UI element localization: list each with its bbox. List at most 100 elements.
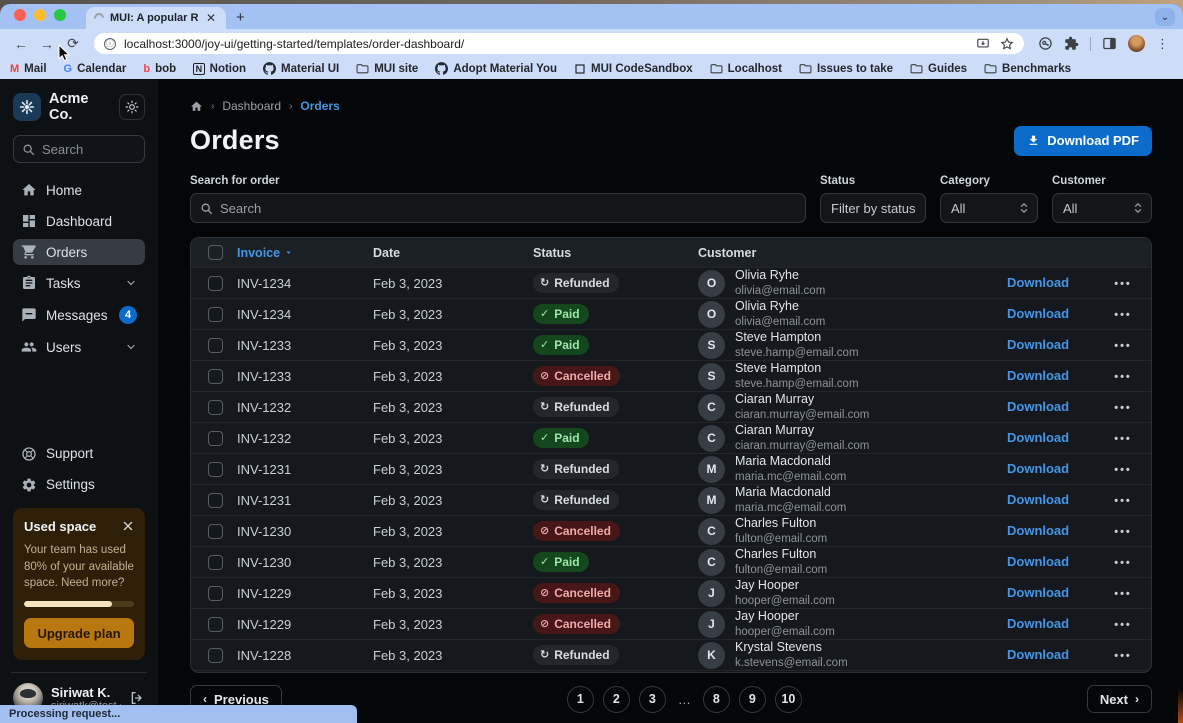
home-icon[interactable] [190,100,203,113]
row-checkbox[interactable] [208,338,223,353]
download-link[interactable]: Download [1007,585,1069,600]
row-menu-icon[interactable]: ••• [1114,588,1132,600]
bookmark-item[interactable]: MUI site [356,62,418,75]
download-link[interactable]: Download [1007,492,1069,507]
download-link[interactable]: Download [1007,647,1069,662]
row-menu-icon[interactable]: ••• [1114,340,1132,352]
pagination-page-9[interactable]: 9 [739,686,766,713]
close-icon[interactable] [122,520,134,532]
download-link[interactable]: Download [1007,275,1069,290]
sidebar-item-support[interactable]: Support [13,441,145,467]
bookmark-item[interactable]: Guides [910,62,967,75]
breadcrumb-dashboard[interactable]: Dashboard [222,99,281,113]
row-menu-icon[interactable]: ••• [1114,402,1132,414]
download-link[interactable]: Download [1007,523,1069,538]
download-link[interactable]: Download [1007,306,1069,321]
bookmark-item[interactable]: Adopt Material You [435,62,557,75]
bookmark-item[interactable]: MUI CodeSandbox [574,63,693,75]
sidebar-item-messages[interactable]: Messages4 [13,301,145,329]
chrome-menu-icon[interactable]: ⋮ [1156,36,1169,52]
back-button[interactable]: ← [10,33,32,55]
row-checkbox[interactable] [208,524,223,539]
sidebar-item-users[interactable]: Users [13,334,145,360]
row-menu-icon[interactable]: ••• [1114,495,1132,507]
row-checkbox[interactable] [208,555,223,570]
logout-icon[interactable] [129,690,145,706]
pagination-next-button[interactable]: Next › [1087,685,1152,713]
row-checkbox[interactable] [208,617,223,632]
address-bar[interactable]: ⓘ localhost:3000/joy-ui/getting-started/… [94,33,1024,54]
pagination-page-3[interactable]: 3 [639,686,666,713]
row-menu-icon[interactable]: ••• [1114,278,1132,290]
forward-button[interactable]: → [36,33,58,55]
tab-close-icon[interactable]: ✕ [204,11,218,25]
row-checkbox[interactable] [208,648,223,663]
row-menu-icon[interactable]: ••• [1114,650,1132,662]
status-filter-select[interactable]: Filter by status [820,193,926,223]
download-link[interactable]: Download [1007,368,1069,383]
bookmark-item[interactable]: Benchmarks [984,62,1071,75]
pagination-page-10[interactable]: 10 [775,686,802,713]
color-scheme-toggle-button[interactable] [119,94,145,120]
install-app-icon[interactable] [976,37,990,51]
close-window-button[interactable] [14,9,26,21]
row-menu-icon[interactable]: ••• [1114,526,1132,538]
sidebar-item-orders[interactable]: Orders [13,239,145,265]
bookmark-item[interactable]: MMail [10,63,47,75]
fullscreen-window-button[interactable] [54,9,66,21]
bookmark-item[interactable]: NNotion [193,63,246,75]
row-checkbox[interactable] [208,307,223,322]
order-search-input[interactable]: Search [190,193,806,223]
select-all-checkbox[interactable] [208,245,223,260]
pagination-page-8[interactable]: 8 [703,686,730,713]
profile-avatar[interactable] [1128,35,1145,52]
row-checkbox[interactable] [208,462,223,477]
customer-filter-select[interactable]: All [1052,193,1152,223]
bookmark-star-icon[interactable] [1000,37,1014,51]
extensions-puzzle-icon[interactable] [1064,36,1079,51]
row-checkbox[interactable] [208,400,223,415]
password-manager-icon[interactable] [1038,36,1053,51]
row-checkbox[interactable] [208,431,223,446]
sidebar-search-input[interactable]: Search [13,135,145,163]
tab-search-chevron-icon[interactable]: ⌄ [1155,8,1175,26]
download-pdf-button[interactable]: Download PDF [1014,126,1152,156]
bookmark-item[interactable]: Issues to take [799,62,893,75]
side-panel-icon[interactable] [1102,36,1117,51]
row-menu-icon[interactable]: ••• [1114,619,1132,631]
bookmark-item[interactable]: Material UI [263,62,339,75]
upgrade-plan-button[interactable]: Upgrade plan [24,618,134,648]
url-text[interactable]: localhost:3000/joy-ui/getting-started/te… [124,37,968,51]
bookmark-item[interactable]: bbob [143,63,176,75]
row-menu-icon[interactable]: ••• [1114,557,1132,569]
sidebar-item-dashboard[interactable]: Dashboard [13,208,145,234]
category-filter-select[interactable]: All [940,193,1038,223]
sidebar-item-settings[interactable]: Settings [13,472,145,498]
download-link[interactable]: Download [1007,337,1069,352]
bookmark-item[interactable]: GCalendar [64,63,127,75]
site-info-icon[interactable]: ⓘ [104,38,116,50]
download-link[interactable]: Download [1007,616,1069,631]
download-link[interactable]: Download [1007,430,1069,445]
chevron-down-icon[interactable] [125,277,137,289]
browser-tab[interactable]: MUI: A popular React UI fram ✕ [86,7,226,29]
row-checkbox[interactable] [208,493,223,508]
row-menu-icon[interactable]: ••• [1114,371,1132,383]
sidebar-item-home[interactable]: Home [13,177,145,203]
minimize-window-button[interactable] [34,9,46,21]
new-tab-button[interactable]: + [226,9,255,29]
download-link[interactable]: Download [1007,554,1069,569]
download-link[interactable]: Download [1007,461,1069,476]
row-checkbox[interactable] [208,369,223,384]
row-menu-icon[interactable]: ••• [1114,433,1132,445]
row-checkbox[interactable] [208,276,223,291]
row-menu-icon[interactable]: ••• [1114,309,1132,321]
pagination-page-1[interactable]: 1 [567,686,594,713]
bookmark-item[interactable]: Localhost [710,62,782,75]
sidebar-item-tasks[interactable]: Tasks [13,270,145,296]
row-menu-icon[interactable]: ••• [1114,464,1132,476]
download-link[interactable]: Download [1007,399,1069,414]
pagination-page-2[interactable]: 2 [603,686,630,713]
row-checkbox[interactable] [208,586,223,601]
chevron-down-icon[interactable] [125,341,137,353]
